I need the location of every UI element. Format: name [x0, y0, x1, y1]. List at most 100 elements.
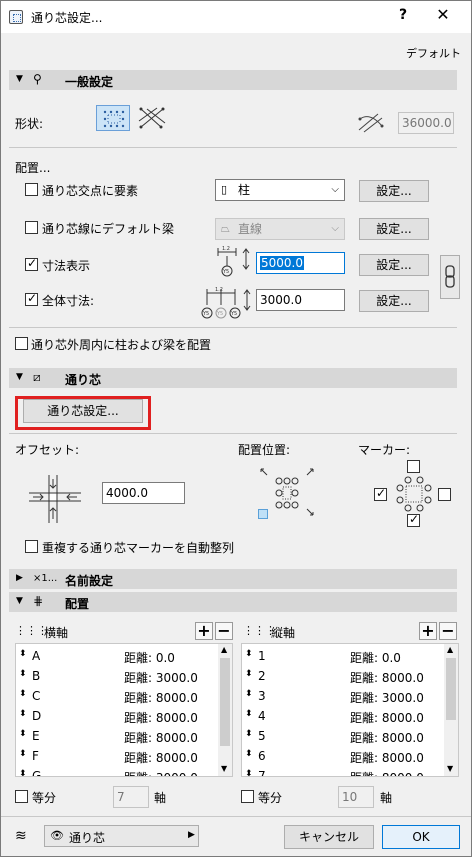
- reorder-icon[interactable]: ⬍: [19, 709, 27, 719]
- marker-top-checkbox[interactable]: [407, 460, 420, 473]
- remove-horizontal-button[interactable]: −: [215, 622, 233, 640]
- layer-select[interactable]: 👁 通り芯 ▶: [44, 825, 199, 847]
- section-general[interactable]: ▼ ⚲ 一般設定: [9, 70, 457, 90]
- table-row[interactable]: ⬍ 5 距離: 8000.0: [242, 726, 442, 746]
- default-beam-checkbox[interactable]: [25, 221, 38, 234]
- reorder-icon[interactable]: ⬍: [245, 669, 253, 679]
- section-grid[interactable]: ▼ ⧄ 通り芯: [9, 368, 457, 388]
- table-row[interactable]: ⬍ 1 距離: 0.0: [242, 646, 442, 666]
- add-vertical-button[interactable]: +: [419, 622, 437, 640]
- shape-label: 形状:: [15, 117, 44, 131]
- dimension-settings-button[interactable]: 設定...: [359, 254, 429, 276]
- reorder-icon[interactable]: ⬍: [19, 729, 27, 739]
- table-row[interactable]: ⬍ 6 距離: 8000.0: [242, 746, 442, 766]
- auto-arrange-checkbox[interactable]: [25, 540, 38, 553]
- vertical-equal-label: 等分: [258, 791, 283, 805]
- vertical-equal-checkbox[interactable]: [241, 790, 254, 803]
- marker-left-checkbox[interactable]: [374, 486, 387, 501]
- section-layout-title: 配置: [65, 597, 90, 611]
- ok-button[interactable]: OK: [382, 825, 460, 849]
- table-row[interactable]: ⬍7距離: 8000.0: [242, 766, 442, 776]
- scroll-down-icon[interactable]: ▼: [221, 764, 227, 773]
- vertical-list-scrollbar[interactable]: ▲ ▼: [444, 644, 458, 776]
- grid-settings-button[interactable]: 通り芯設定...: [23, 399, 143, 423]
- table-row[interactable]: ⬍ B 距離: 3000.0: [16, 666, 216, 686]
- svg-text:Y5: Y5: [230, 311, 237, 317]
- table-row[interactable]: ⬍ E 距離: 8000.0: [16, 726, 216, 746]
- grid-length-input: 36000.0: [398, 112, 454, 134]
- perimeter-checkbox[interactable]: [15, 337, 28, 350]
- dimension-input[interactable]: 5000.0: [256, 252, 345, 274]
- reorder-icon[interactable]: ⬍: [245, 709, 253, 719]
- reorder-icon[interactable]: ⬍: [19, 749, 27, 759]
- reorder-icon[interactable]: ⬍: [19, 769, 27, 776]
- marker-right-checkbox[interactable]: [438, 488, 451, 501]
- cancel-button[interactable]: キャンセル: [284, 825, 374, 849]
- element-at-intersection-checkbox[interactable]: [25, 183, 38, 196]
- table-row[interactable]: ⬍G距離: 3000.0: [16, 766, 216, 776]
- scrollbar-thumb[interactable]: [220, 658, 230, 746]
- link-settings-button[interactable]: [440, 255, 460, 299]
- horizontal-axis-label: 横軸: [44, 626, 69, 640]
- offset-input[interactable]: 4000.0: [102, 482, 185, 504]
- position-bottom-left-selected[interactable]: [258, 509, 268, 519]
- reorder-icon[interactable]: ⬍: [19, 689, 27, 699]
- table-row[interactable]: ⬍ 3 距離: 3000.0: [242, 686, 442, 706]
- reorder-icon[interactable]: ⬍: [245, 769, 253, 776]
- reorder-icon[interactable]: ⬍: [19, 649, 27, 659]
- chain-link-icon: [445, 265, 455, 288]
- skewed-grid-icon: [138, 107, 166, 129]
- table-row[interactable]: ⬍ 4 距離: 8000.0: [242, 706, 442, 726]
- collapse-triangle-icon[interactable]: ▼: [16, 372, 23, 382]
- table-row[interactable]: ⬍ C 距離: 8000.0: [16, 686, 216, 706]
- table-row[interactable]: ⬍ F 距離: 8000.0: [16, 746, 216, 766]
- collapse-triangle-icon[interactable]: ▼: [16, 74, 23, 84]
- add-horizontal-button[interactable]: +: [195, 622, 213, 640]
- grid-length-icon: [356, 110, 386, 136]
- horizontal-axis-list[interactable]: ⬍ A 距離: 0.0 ⬍ B 距離: 3000.0 ⬍ C 距離: 8000.0 ⬍ D 距離…: [15, 643, 233, 777]
- total-dimension-label: 全体寸法:: [42, 294, 95, 308]
- section-layout[interactable]: ▼ ⋕ 配置: [9, 592, 457, 612]
- help-button[interactable]: ?: [393, 7, 413, 23]
- reorder-icon[interactable]: ⬍: [245, 749, 253, 759]
- layers-icon: ≋: [15, 828, 27, 844]
- remove-vertical-button[interactable]: −: [439, 622, 457, 640]
- scroll-up-icon[interactable]: ▲: [447, 645, 453, 654]
- reorder-icon[interactable]: ⬍: [245, 649, 253, 659]
- reorder-icon[interactable]: ⬍: [19, 669, 27, 679]
- scroll-down-icon[interactable]: ▼: [447, 764, 453, 773]
- collapse-triangle-icon[interactable]: ▼: [16, 596, 23, 606]
- horizontal-list-scrollbar[interactable]: ▲ ▼: [218, 644, 232, 776]
- scroll-up-icon[interactable]: ▲: [221, 645, 227, 654]
- horizontal-equal-checkbox[interactable]: [15, 790, 28, 803]
- total-dimension-input[interactable]: 3000.0: [256, 289, 345, 311]
- element-settings-button[interactable]: 設定...: [359, 180, 429, 202]
- reorder-icon[interactable]: ⬍: [245, 729, 253, 739]
- chevron-down-icon: ⌵: [331, 223, 339, 234]
- expand-triangle-icon[interactable]: ▶: [16, 573, 23, 583]
- shape-skewed-button[interactable]: [135, 105, 169, 131]
- section-naming[interactable]: ▶ ×1... 名前設定: [9, 569, 457, 589]
- table-row[interactable]: ⬍ A 距離: 0.0: [16, 646, 216, 666]
- shape-rectangular-button[interactable]: [96, 105, 130, 131]
- column-icon: ▯: [221, 183, 228, 196]
- app-icon: [9, 10, 23, 24]
- scrollbar-thumb[interactable]: [446, 658, 456, 720]
- grid-marker-icon: ⧄: [33, 370, 41, 384]
- chevron-down-icon: ⌵: [331, 184, 339, 195]
- reorder-icon[interactable]: ⬍: [245, 689, 253, 699]
- marker-bottom-checkbox[interactable]: [407, 512, 420, 527]
- section-general-title: 一般設定: [65, 75, 114, 89]
- element-type-select[interactable]: ▯ 柱 ⌵: [215, 179, 345, 201]
- beam-settings-button[interactable]: 設定...: [359, 218, 429, 240]
- total-dimension-checkbox[interactable]: [25, 291, 38, 306]
- total-dimension-settings-button[interactable]: 設定...: [359, 290, 429, 312]
- table-row[interactable]: ⬍ 2 距離: 8000.0: [242, 666, 442, 686]
- vertical-axis-list[interactable]: ⬍ 1 距離: 0.0 ⬍ 2 距離: 8000.0 ⬍ 3 距離: 3000.0 ⬍ 4 距離…: [241, 643, 459, 777]
- dimension-display-checkbox[interactable]: [25, 256, 38, 271]
- table-row[interactable]: ⬍ D 距離: 8000.0: [16, 706, 216, 726]
- naming-icon: ×1...: [33, 573, 58, 584]
- element-at-intersection-label: 通り芯交点に要素: [42, 184, 139, 198]
- close-button[interactable]: ✕: [433, 5, 453, 24]
- default-label[interactable]: デフォルト: [406, 45, 461, 61]
